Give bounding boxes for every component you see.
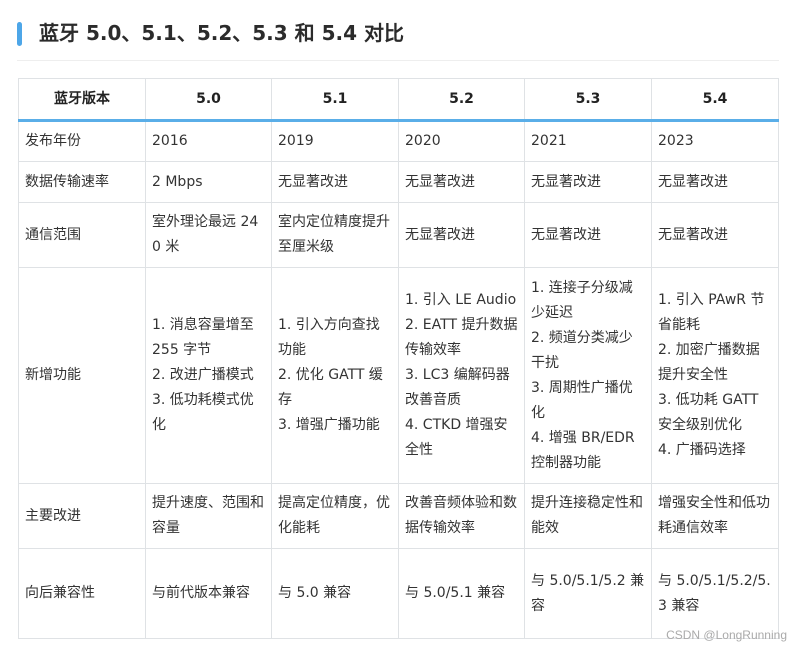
table-cell: 2021: [524, 120, 652, 162]
header-cell: 5.2: [398, 78, 525, 122]
table-cell: 2020: [398, 120, 525, 162]
table-cell: 无显著改进: [398, 202, 525, 268]
table-cell: 2016: [145, 120, 272, 162]
table-cell: 无显著改进: [524, 161, 652, 203]
table-cell: 与 5.0/5.1 兼容: [398, 548, 525, 639]
table-cell: 1. 连接子分级减少延迟 2. 频道分类减少干扰 3. 周期性广播优化 4. 增…: [524, 267, 652, 484]
table-row: 主要改进 提升速度、范围和容量 提高定位精度，优化能耗 改善音频体验和数据传输效…: [18, 483, 779, 549]
header-cell: 5.3: [524, 78, 652, 122]
table-cell: 2019: [271, 120, 399, 162]
table-cell: 1. 消息容量增至 255 字节 2. 改进广播模式 3. 低功耗模式优化: [145, 267, 272, 484]
table-row: 向后兼容性 与前代版本兼容 与 5.0 兼容 与 5.0/5.1 兼容 与 5.…: [18, 548, 779, 639]
row-label: 向后兼容性: [18, 548, 146, 639]
table-cell: 与前代版本兼容: [145, 548, 272, 639]
header-cell: 蓝牙版本: [18, 78, 146, 122]
table-cell: 2023: [651, 120, 779, 162]
table-header-row: 蓝牙版本 5.0 5.1 5.2 5.3 5.4: [18, 78, 779, 122]
table-row: 发布年份 2016 2019 2020 2021 2023: [18, 120, 779, 162]
page-heading: 蓝牙 5.0、5.1、5.2、5.3 和 5.4 对比: [17, 16, 779, 61]
table-cell: 1. 引入 LE Audio 2. EATT 提升数据传输效率 3. LC3 编…: [398, 267, 525, 484]
row-label: 通信范围: [18, 202, 146, 268]
table-cell: 室内定位精度提升至厘米级: [271, 202, 399, 268]
table-cell: 提升速度、范围和容量: [145, 483, 272, 549]
table-row: 通信范围 室外理论最远 240 米 室内定位精度提升至厘米级 无显著改进 无显著…: [18, 202, 779, 268]
page-title: 蓝牙 5.0、5.1、5.2、5.3 和 5.4 对比: [39, 21, 404, 45]
table-row: 数据传输速率 2 Mbps 无显著改进 无显著改进 无显著改进 无显著改进: [18, 161, 779, 203]
table-cell: 无显著改进: [651, 161, 779, 203]
header-cell: 5.0: [145, 78, 272, 122]
row-label: 发布年份: [18, 120, 146, 162]
row-label: 主要改进: [18, 483, 146, 549]
table-cell: 与 5.0/5.1/5.2/5.3 兼容: [651, 548, 779, 639]
table-cell: 提升连接稳定性和能效: [524, 483, 652, 549]
csdn-watermark: CSDN @LongRunning: [666, 628, 787, 642]
table-cell: 增强安全性和低功耗通信效率: [651, 483, 779, 549]
table-cell: 1. 引入 PAwR 节省能耗 2. 加密广播数据提升安全性 3. 低功耗 GA…: [651, 267, 779, 484]
row-label: 新增功能: [18, 267, 146, 484]
header-cell: 5.4: [651, 78, 779, 122]
header-cell: 5.1: [271, 78, 399, 122]
row-label: 数据传输速率: [18, 161, 146, 203]
table-cell: 无显著改进: [271, 161, 399, 203]
table-row: 新增功能 1. 消息容量增至 255 字节 2. 改进广播模式 3. 低功耗模式…: [18, 267, 779, 484]
table-cell: 与 5.0/5.1/5.2 兼容: [524, 548, 652, 639]
comparison-table: 蓝牙版本 5.0 5.1 5.2 5.3 5.4 发布年份 2016 2019 …: [18, 78, 779, 639]
table-cell: 提高定位精度，优化能耗: [271, 483, 399, 549]
table-cell: 2 Mbps: [145, 161, 272, 203]
table-cell: 无显著改进: [651, 202, 779, 268]
table-cell: 室外理论最远 240 米: [145, 202, 272, 268]
table-cell: 改善音频体验和数据传输效率: [398, 483, 525, 549]
table-cell: 无显著改进: [398, 161, 525, 203]
table-cell: 与 5.0 兼容: [271, 548, 399, 639]
table-cell: 无显著改进: [524, 202, 652, 268]
table-cell: 1. 引入方向查找功能 2. 优化 GATT 缓存 3. 增强广播功能: [271, 267, 399, 484]
heading-accent-bar: [17, 22, 22, 46]
